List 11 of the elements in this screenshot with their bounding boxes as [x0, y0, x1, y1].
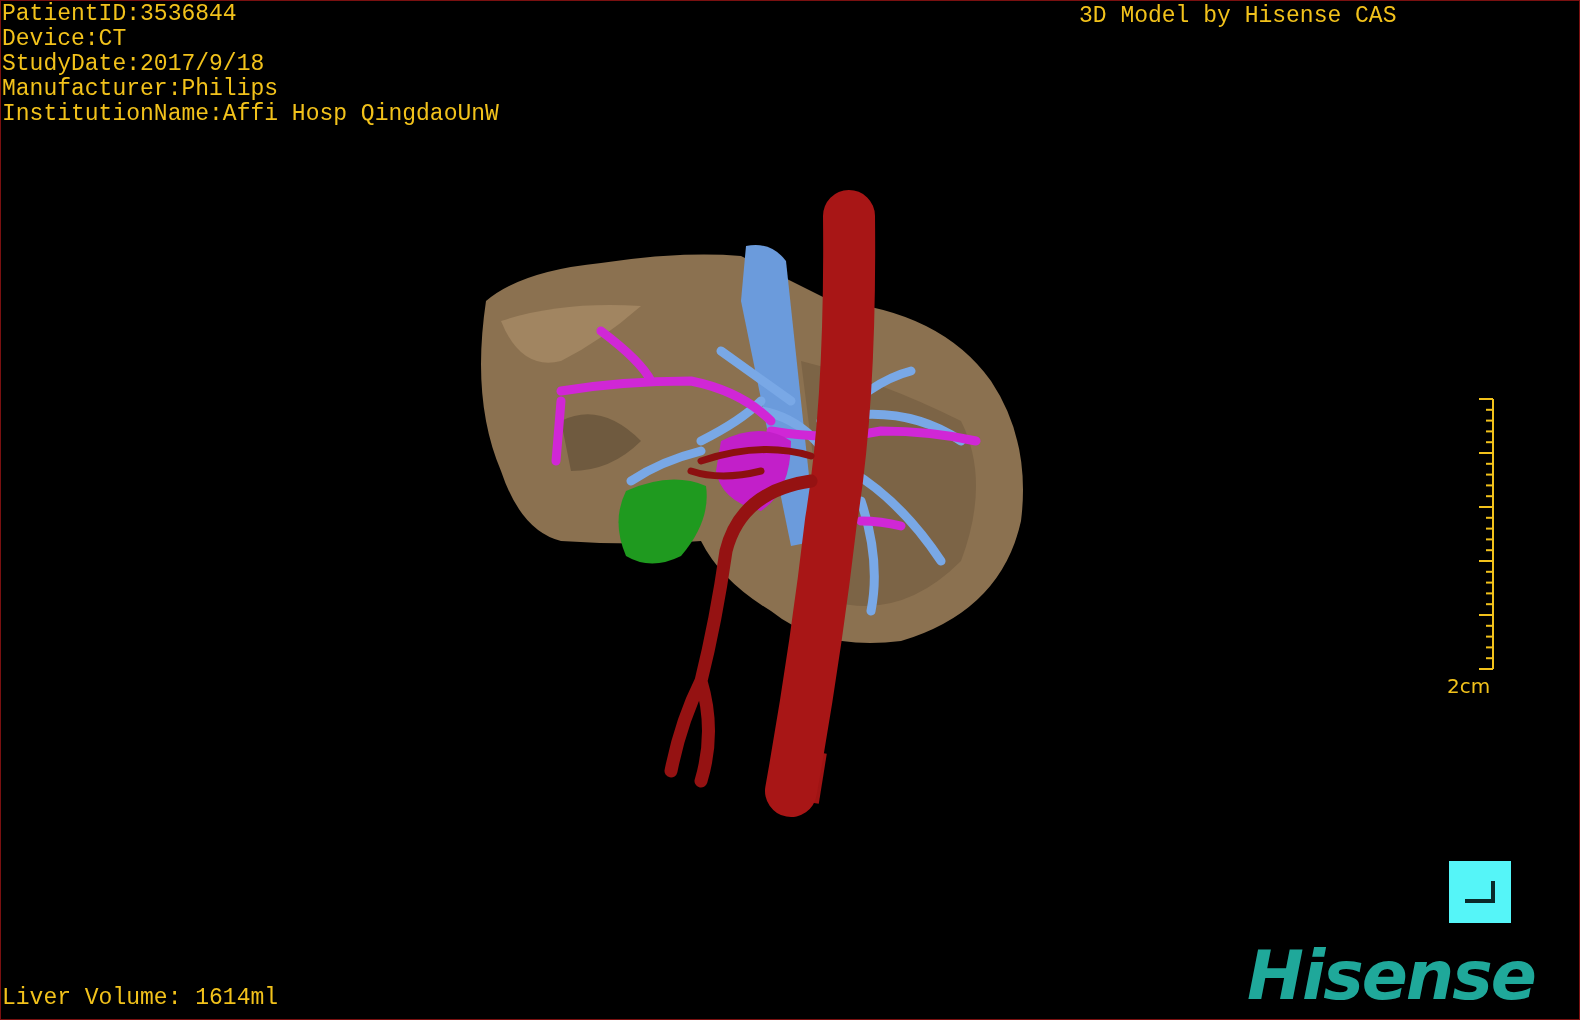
patient-info-text: InstitutionName:Affi Hosp QingdaoUnW — [2, 102, 499, 127]
model-title: 3D Model by Hisense CAS — [1079, 4, 1397, 29]
patient-info-text: Device:CT — [2, 27, 128, 52]
patient-info-text: Manufacturer:Philips — [2, 77, 280, 102]
patient-info-text: StudyDate:2017/9/18 — [2, 52, 266, 77]
corner-icon — [1463, 879, 1497, 905]
corner-button[interactable] — [1449, 861, 1511, 923]
scale-label: 2cm — [1447, 674, 1491, 698]
brand-logo: Hisense — [1247, 941, 1535, 1011]
patient-info-text: PatientID:3536844 — [2, 2, 238, 27]
liver-volume-text: Liver Volume: 1614ml — [2, 986, 279, 1011]
